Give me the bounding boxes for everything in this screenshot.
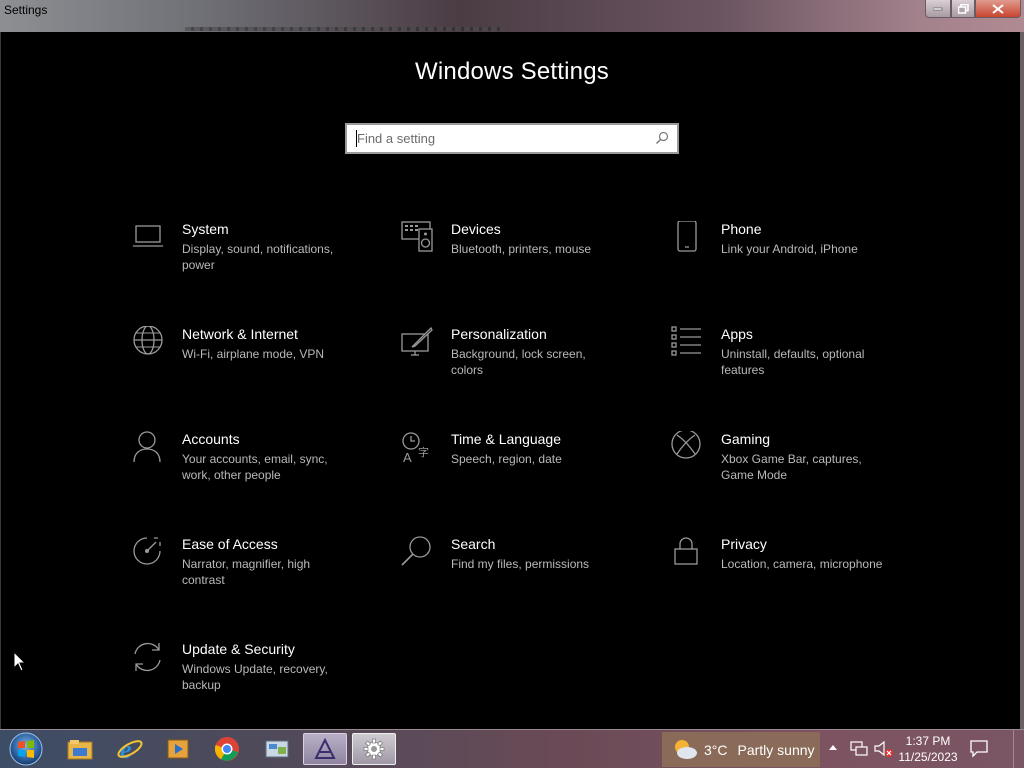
mouse-cursor-icon	[13, 651, 27, 672]
app-icon	[314, 738, 336, 759]
internet-explorer-icon: e	[117, 736, 143, 762]
time-language-icon: A 字	[402, 432, 429, 465]
file-explorer-icon	[67, 740, 93, 760]
globe-icon	[133, 326, 163, 355]
tile-description: Speech, region, date	[451, 452, 562, 466]
tile-name: Personalization	[451, 326, 547, 342]
tile-description: Uninstall, defaults, optional features	[721, 347, 865, 377]
weather-condition: Partly sunny	[737, 741, 815, 758]
chrome-icon	[214, 737, 239, 761]
start-button[interactable]	[6, 731, 46, 767]
tile-description: Xbox Game Bar, captures, Game Mode	[721, 452, 862, 482]
close-icon	[992, 3, 1004, 14]
taskbar-chrome[interactable]	[205, 733, 249, 765]
paint-monitor-icon	[401, 326, 433, 356]
tile-description: Find my files, permissions	[451, 557, 590, 571]
tile-phone[interactable]: Phone Link your Android, iPhone	[671, 221, 901, 301]
ease-of-access-icon	[133, 537, 161, 565]
search-icon	[401, 536, 431, 566]
tile-update-security[interactable]: Update & Security Windows Update, recove…	[132, 641, 362, 721]
phone-icon	[677, 221, 697, 252]
window-border-left	[0, 32, 1, 729]
weather-widget[interactable]: 3°C Partly sunny	[662, 732, 820, 767]
tile-description: Background, lock screen, colors	[451, 347, 586, 377]
tile-name: Network & Internet	[182, 326, 298, 342]
tile-time-language[interactable]: A 字 Time & Language Speech, region, date	[401, 431, 631, 511]
tile-description: Windows Update, recovery, backup	[182, 662, 328, 692]
window-title: Settings	[4, 3, 48, 17]
search-input[interactable]: Find a setting	[345, 123, 679, 154]
taskbar: e 3°C Partly sunny 1:37 PM 11/25/2023	[0, 729, 1024, 768]
minimize-icon	[933, 7, 943, 10]
sync-icon	[134, 642, 161, 672]
close-button[interactable]	[975, 0, 1021, 18]
page-title: Windows Settings	[415, 58, 609, 85]
window-controls	[925, 0, 1021, 20]
tile-ease-of-access[interactable]: Ease of Access Narrator, magnifier, high…	[132, 536, 362, 616]
svg-text:字: 字	[418, 445, 429, 459]
tile-description: Location, camera, microphone	[721, 557, 883, 571]
search-icon	[656, 131, 669, 144]
tile-name: Time & Language	[451, 431, 561, 447]
tile-privacy[interactable]: Privacy Location, camera, microphone	[671, 536, 901, 616]
taskbar-internet-explorer[interactable]: e	[108, 733, 152, 765]
person-icon	[133, 431, 161, 463]
taskbar-media-player[interactable]	[156, 733, 200, 765]
tile-name: Phone	[721, 221, 762, 237]
partly-sunny-icon	[675, 740, 697, 759]
tile-gaming[interactable]: Gaming Xbox Game Bar, captures, Game Mod…	[671, 431, 901, 511]
laptop-icon	[133, 225, 163, 247]
restore-icon	[957, 3, 969, 14]
tile-personalization[interactable]: Personalization Background, lock screen,…	[401, 326, 631, 406]
tile-description: Link your Android, iPhone	[721, 242, 858, 256]
keyboard-speaker-icon	[401, 221, 433, 252]
title-bar-decoration	[185, 27, 505, 31]
title-bar: Settings	[0, 0, 1024, 32]
search-placeholder: Find a setting	[357, 131, 436, 146]
clock-date: 11/25/2023	[898, 750, 958, 764]
minimize-button[interactable]	[925, 0, 951, 18]
lock-icon	[674, 537, 698, 565]
tile-devices[interactable]: Devices Bluetooth, printers, mouse	[401, 221, 631, 301]
taskbar-control-panel[interactable]	[255, 733, 299, 765]
apps-list-icon	[671, 326, 701, 356]
taskbar-settings[interactable]	[352, 733, 396, 765]
tile-description: Display, sound, notifications, power	[182, 242, 334, 272]
clock[interactable]: 1:37 PM 11/25/2023	[893, 733, 963, 765]
settings-gear-icon	[363, 738, 385, 760]
tile-name: Search	[451, 536, 496, 552]
tile-description: Your accounts, email, sync, work, other …	[182, 452, 328, 482]
tile-system[interactable]: System Display, sound, notifications, po…	[132, 221, 362, 301]
tile-name: System	[182, 221, 229, 237]
tile-apps[interactable]: Apps Uninstall, defaults, optional featu…	[671, 326, 901, 406]
svg-text:A: A	[403, 450, 412, 465]
show-hidden-icons-chevron-icon[interactable]	[828, 744, 838, 752]
tile-name: Update & Security	[182, 641, 295, 657]
control-panel-icon	[265, 740, 289, 758]
tile-description: Bluetooth, printers, mouse	[451, 242, 592, 256]
tile-accounts[interactable]: Accounts Your accounts, email, sync, wor…	[132, 431, 362, 511]
xbox-icon	[671, 431, 701, 459]
tile-name: Devices	[451, 221, 501, 237]
tile-network-internet[interactable]: Network & Internet Wi-Fi, airplane mode,…	[132, 326, 362, 406]
media-player-icon	[167, 739, 189, 759]
tile-search[interactable]: Search Find my files, permissions	[401, 536, 631, 616]
taskbar-file-explorer[interactable]	[58, 733, 102, 765]
notification-icon[interactable]	[970, 740, 988, 758]
show-desktop-button[interactable]	[1013, 730, 1024, 768]
window-border-right	[1020, 32, 1024, 729]
volume-muted-icon[interactable]	[874, 740, 894, 758]
network-icon[interactable]	[850, 741, 868, 757]
tile-description: Wi-Fi, airplane mode, VPN	[182, 347, 325, 361]
tile-name: Ease of Access	[182, 536, 278, 552]
tile-name: Apps	[721, 326, 753, 342]
restore-button[interactable]	[951, 0, 975, 18]
tile-name: Gaming	[721, 431, 771, 447]
tile-name: Accounts	[182, 431, 240, 447]
weather-temperature: 3°C	[704, 741, 728, 758]
clock-time: 1:37 PM	[905, 734, 951, 748]
taskbar-app[interactable]	[303, 733, 347, 765]
tile-name: Privacy	[721, 536, 767, 552]
tile-description: Narrator, magnifier, high contrast	[182, 557, 311, 587]
